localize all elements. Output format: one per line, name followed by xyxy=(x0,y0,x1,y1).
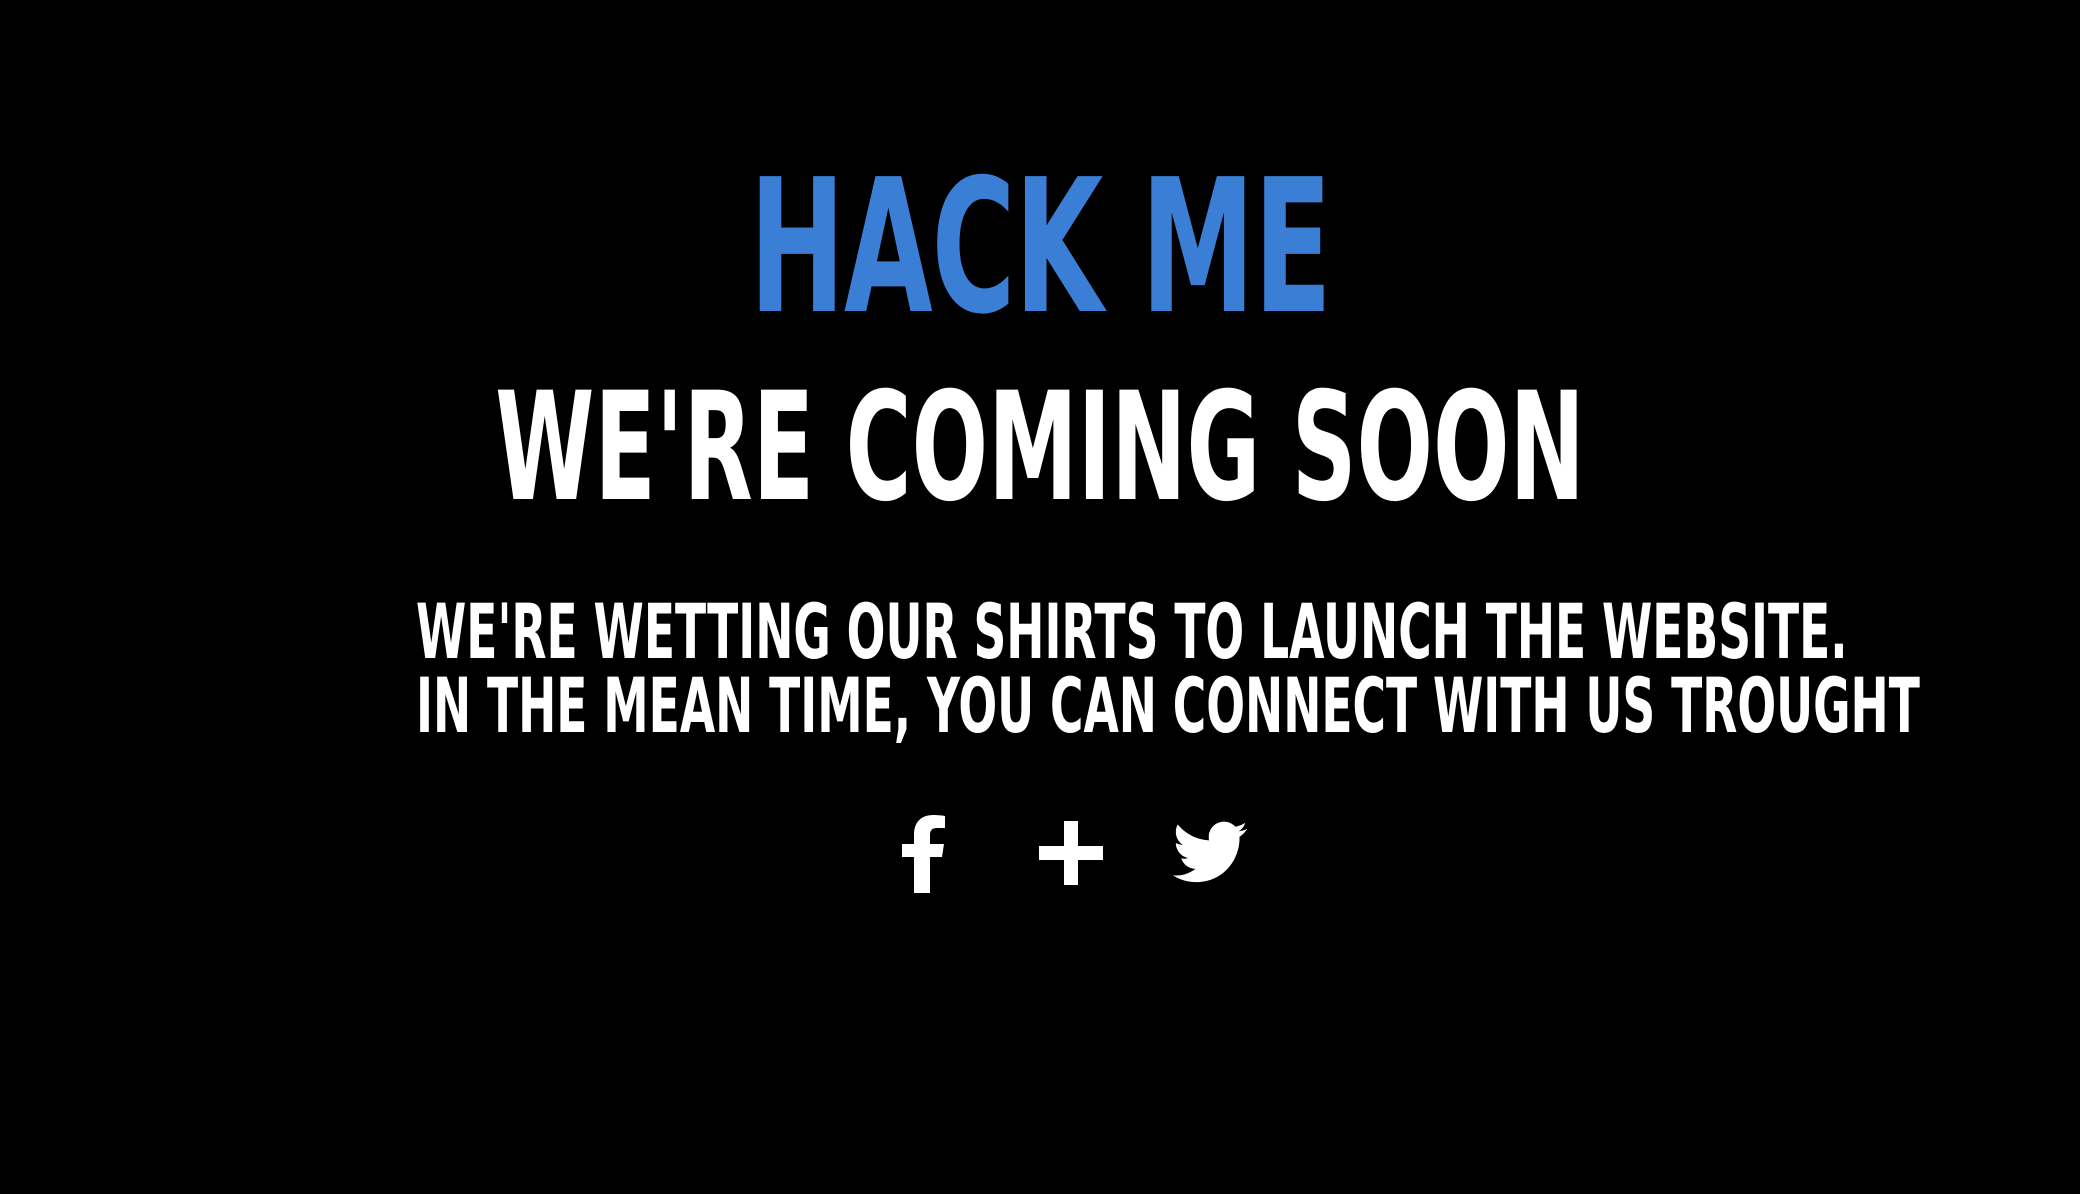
twitter-icon xyxy=(1173,821,1248,883)
social-links xyxy=(0,808,2080,898)
brand-title: HACK ME xyxy=(749,139,1332,355)
google-plus-icon xyxy=(1039,821,1103,885)
facebook-link[interactable] xyxy=(878,808,968,898)
coming-soon-page: HACK ME WE'RE COMING SOON WE'RE WETTING … xyxy=(0,0,2080,1194)
twitter-link[interactable] xyxy=(1166,808,1256,898)
message-line-1: WE'RE WETTING OUR SHIRTS TO LAUNCH THE W… xyxy=(416,587,1848,676)
coming-soon-message: WE'RE WETTING OUR SHIRTS TO LAUNCH THE W… xyxy=(416,587,1920,750)
google-plus-link[interactable] xyxy=(1026,808,1116,898)
facebook-icon xyxy=(902,815,945,893)
coming-soon-headline: WE'RE COMING SOON xyxy=(495,361,1585,535)
message-line-2: IN THE MEAN TIME, YOU CAN CONNECT WITH U… xyxy=(416,661,1920,750)
